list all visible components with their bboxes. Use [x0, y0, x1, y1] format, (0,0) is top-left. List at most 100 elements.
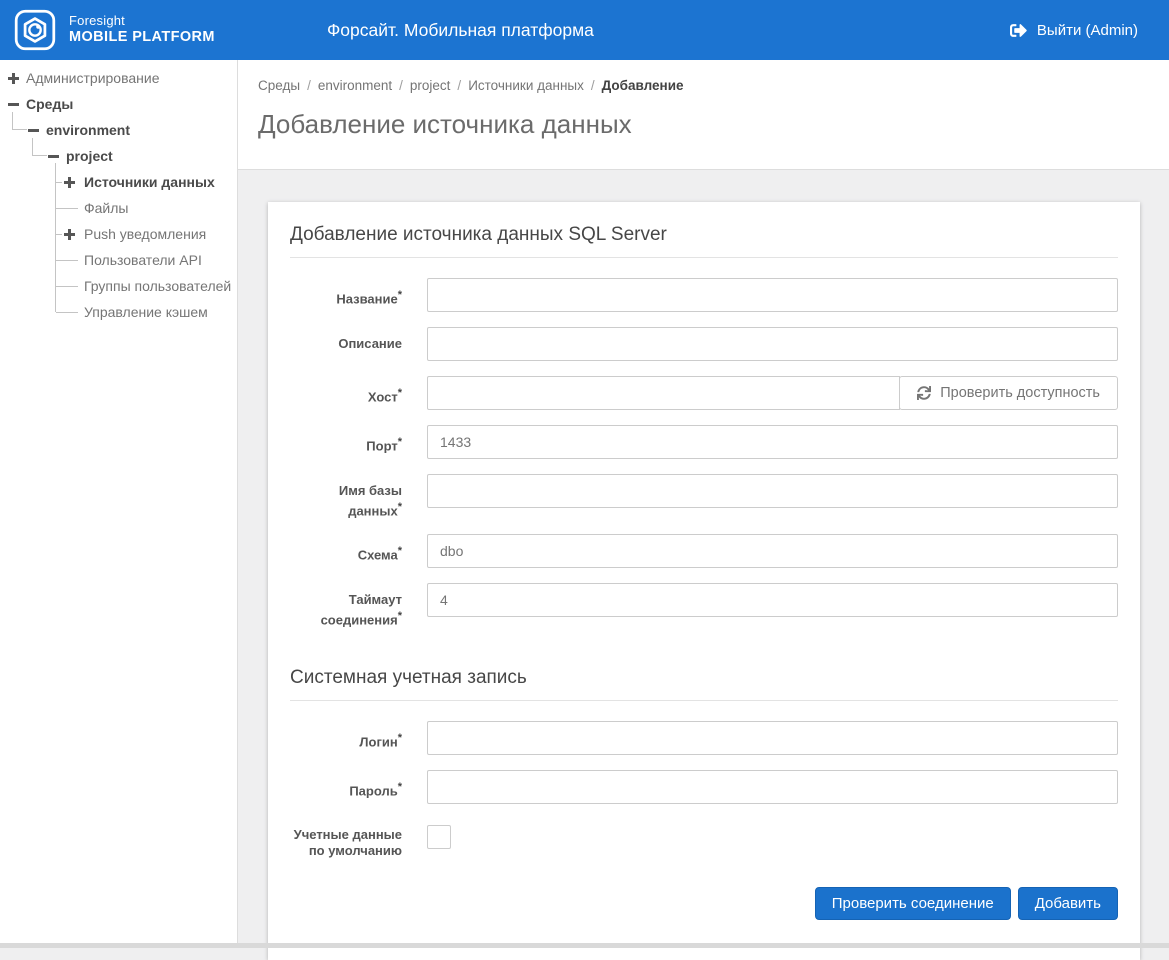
sidebar-item-label: environment [46, 122, 131, 138]
required-marker: * [397, 731, 402, 744]
sidebar-item-label: Push уведомления [84, 226, 207, 242]
breadcrumb-item-current: Добавление [601, 78, 684, 93]
page-title: Добавление источника данных [258, 109, 632, 139]
sidebar-item-cache-management[interactable]: Управление кэшем [55, 299, 237, 325]
minus-icon[interactable] [8, 99, 19, 110]
main-content: Среды / environment / project / Источник… [238, 60, 1169, 960]
form-section-title: Системная учетная запись [290, 661, 1118, 701]
tree-connector [32, 138, 47, 156]
default-credentials-checkbox[interactable] [427, 824, 451, 849]
minus-icon[interactable] [28, 125, 39, 136]
form-row-database: Имя базы данных* [290, 474, 1118, 519]
name-label: Название* [336, 289, 402, 307]
breadcrumb-item[interactable]: project [410, 78, 451, 93]
default-credentials-label: Учетные данные по умолчанию [293, 826, 402, 858]
minus-icon[interactable] [48, 151, 59, 162]
timeout-label: Таймаут соединения* [320, 592, 402, 628]
sidebar-item-files[interactable]: Файлы [55, 195, 237, 221]
refresh-icon [917, 386, 932, 400]
sidebar-item-label: Пользователи API [84, 252, 202, 268]
sidebar-item-label: project [66, 148, 113, 164]
breadcrumb-item[interactable]: environment [318, 78, 392, 93]
port-label: Порт* [366, 436, 402, 454]
logout-label: Выйти (Admin) [1036, 21, 1138, 39]
sidebar-item-label: Администрирование [26, 70, 160, 86]
check-availability-button[interactable]: Проверить доступность [899, 376, 1118, 410]
plus-icon[interactable] [64, 228, 75, 240]
navigation-tree: Администрирование Среды environment proj… [0, 60, 237, 325]
logo-line1: Foresight [69, 13, 125, 29]
required-marker: * [397, 545, 402, 558]
schema-field[interactable] [427, 534, 1118, 569]
logout-button[interactable]: Выйти (Admin) [1009, 0, 1138, 60]
host-label: Хост* [367, 387, 402, 405]
horizontal-scrollbar[interactable] [0, 943, 1169, 948]
sidebar-item-api-users[interactable]: Пользователи API [55, 247, 237, 273]
breadcrumb-separator: / [590, 78, 595, 93]
breadcrumb-item[interactable]: Среды [258, 78, 300, 93]
password-label: Пароль* [349, 780, 402, 798]
port-field[interactable] [427, 425, 1118, 459]
sidebar-item-label: Источники данных [84, 174, 215, 190]
logo-text: Foresight MOBILE PLATFORM [69, 13, 215, 46]
form-row-timeout: Таймаут соединения* [290, 583, 1118, 628]
form-row-schema: Схема* [290, 534, 1118, 569]
form-row-name: Название* [290, 278, 1118, 312]
sidebar-item-label: Файлы [84, 200, 129, 216]
form-row-port: Порт* [290, 425, 1118, 459]
sidebar-item-label: Среды [26, 96, 74, 112]
form-section-title: Добавление источника данных SQL Server [290, 218, 1118, 258]
host-field[interactable] [427, 376, 901, 410]
test-connection-button[interactable]: Проверить соединение [814, 886, 1011, 920]
logo-line2: MOBILE PLATFORM [69, 29, 215, 46]
project-children: Источники данных Файлы Push уведомления … [55, 163, 237, 325]
page-header-band: Среды / environment / project / Источник… [238, 60, 1169, 170]
sidebar-item-label: Группы пользователей [84, 278, 232, 294]
sidebar-item-push-notifications[interactable]: Push уведомления [55, 221, 237, 247]
foresight-logo-icon [14, 9, 56, 51]
form-row-login: Логин* [290, 720, 1118, 755]
app-title: Форсайт. Мобильная платформа [327, 19, 594, 40]
breadcrumb-separator: / [307, 78, 311, 93]
database-name-label: Имя базы данных* [338, 483, 402, 519]
sidebar: Администрирование Среды environment proj… [0, 60, 238, 943]
breadcrumb-item[interactable]: Источники данных [468, 78, 584, 93]
app-header: Foresight MOBILE PLATFORM Форсайт. Мобил… [0, 0, 1169, 60]
breadcrumb: Среды / environment / project / Источник… [258, 78, 1149, 93]
form-row-host: Хост* Проверить доступность [290, 376, 1118, 410]
breadcrumb-separator: / [399, 78, 403, 93]
database-name-field[interactable] [427, 474, 1118, 508]
check-availability-label: Проверить доступность [940, 385, 1100, 401]
name-field[interactable] [427, 278, 1118, 312]
sidebar-item-data-sources[interactable]: Источники данных [55, 169, 237, 195]
required-marker: * [397, 501, 402, 513]
required-marker: * [397, 610, 402, 623]
form-actions: Проверить соединение Добавить [290, 886, 1118, 920]
sidebar-item-environments[interactable]: Среды [0, 91, 237, 117]
sidebar-item-administration[interactable]: Администрирование [0, 65, 237, 91]
form-row-default-credentials: Учетные данные по умолчанию [290, 822, 1118, 859]
form-row-password: Пароль* [290, 769, 1118, 804]
timeout-field[interactable] [427, 583, 1118, 618]
sign-out-icon [1009, 23, 1027, 37]
tree-connector [12, 112, 27, 130]
description-label: Описание [338, 336, 402, 351]
login-field[interactable] [427, 720, 1118, 755]
plus-icon[interactable] [64, 176, 75, 188]
add-button[interactable]: Добавить [1017, 886, 1118, 920]
required-marker: * [397, 780, 402, 793]
description-field[interactable] [427, 327, 1118, 361]
add-datasource-form-card: Добавление источника данных SQL Server Н… [268, 202, 1140, 960]
schema-label: Схема* [357, 545, 402, 563]
password-field[interactable] [427, 769, 1118, 804]
sidebar-item-user-groups[interactable]: Группы пользователей [55, 273, 237, 299]
form-row-description: Описание [290, 327, 1118, 361]
breadcrumb-separator: / [457, 78, 462, 93]
login-label: Логин* [359, 731, 402, 749]
logo: Foresight MOBILE PLATFORM [0, 8, 215, 52]
required-marker: * [397, 289, 402, 301]
sidebar-item-label: Управление кэшем [84, 304, 208, 320]
required-marker: * [397, 387, 402, 399]
plus-icon[interactable] [8, 72, 19, 84]
required-marker: * [397, 436, 402, 448]
